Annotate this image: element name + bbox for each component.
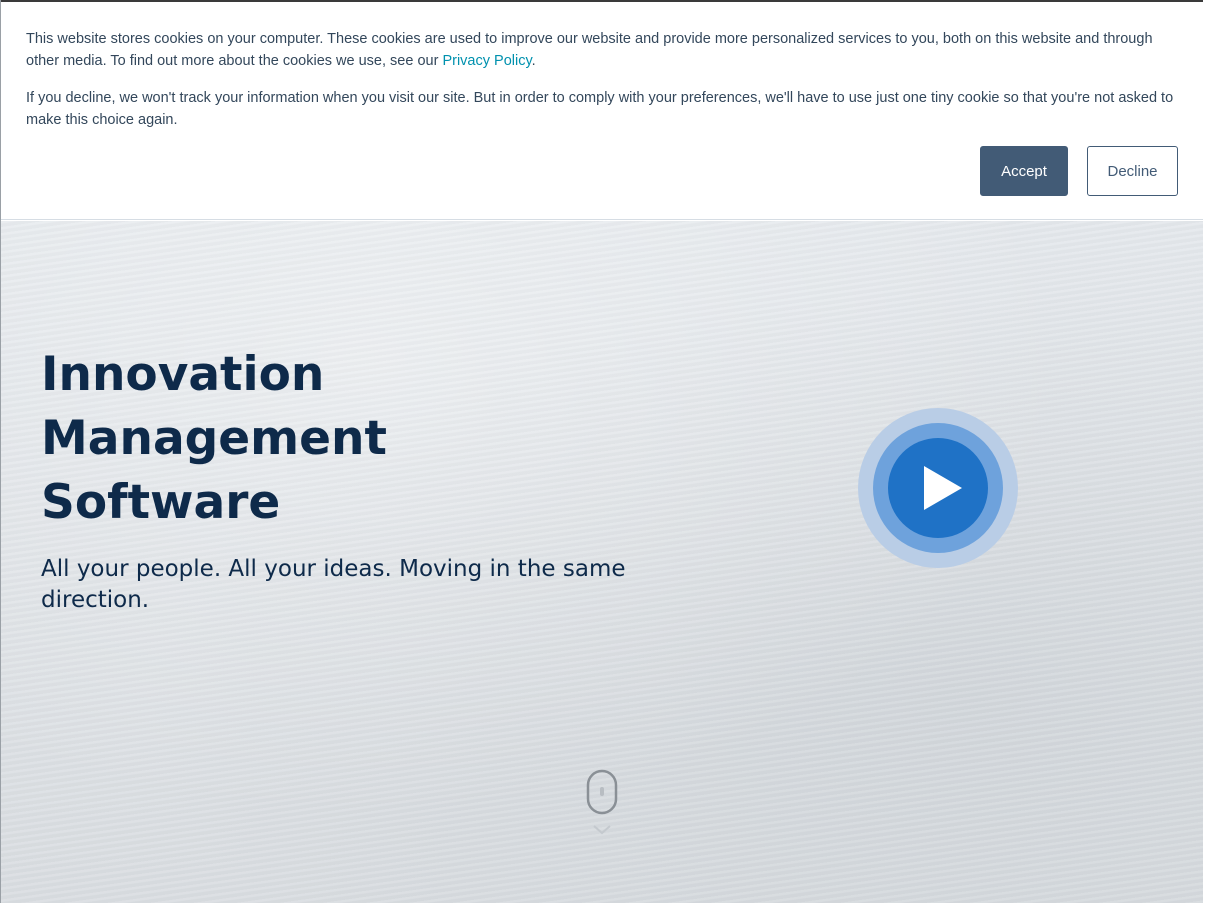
privacy-policy-link[interactable]: Privacy Policy <box>442 53 531 69</box>
hero-title-line: Innovation <box>41 347 325 402</box>
decline-button[interactable]: Decline <box>1087 146 1178 196</box>
play-video-button[interactable] <box>858 408 1018 568</box>
cookie-decline-info-text: If you decline, we won't track your info… <box>26 90 1174 128</box>
cookie-notice-period: . <box>531 53 536 69</box>
hero-section: Innovation Management Software All your … <box>1 221 1203 903</box>
page: Innovation Management Software All your … <box>0 0 1205 903</box>
hero-title: Innovation Management Software <box>41 343 541 535</box>
accept-button[interactable]: Accept <box>980 146 1068 196</box>
hero-title-line: Software <box>41 475 281 530</box>
window-left-edge <box>0 0 1 903</box>
hero-subtitle: All your people. All your ideas. Moving … <box>41 556 626 613</box>
cookie-consent-banner: This website stores cookies on your comp… <box>1 2 1203 220</box>
cookie-notice-body: This website stores cookies on your comp… <box>26 31 1153 69</box>
mouse-scroll-icon[interactable] <box>586 769 618 841</box>
cookie-notice-text: This website stores cookies on your comp… <box>26 28 1186 72</box>
play-icon <box>858 408 1018 568</box>
hero-title-line: Management <box>41 411 387 466</box>
